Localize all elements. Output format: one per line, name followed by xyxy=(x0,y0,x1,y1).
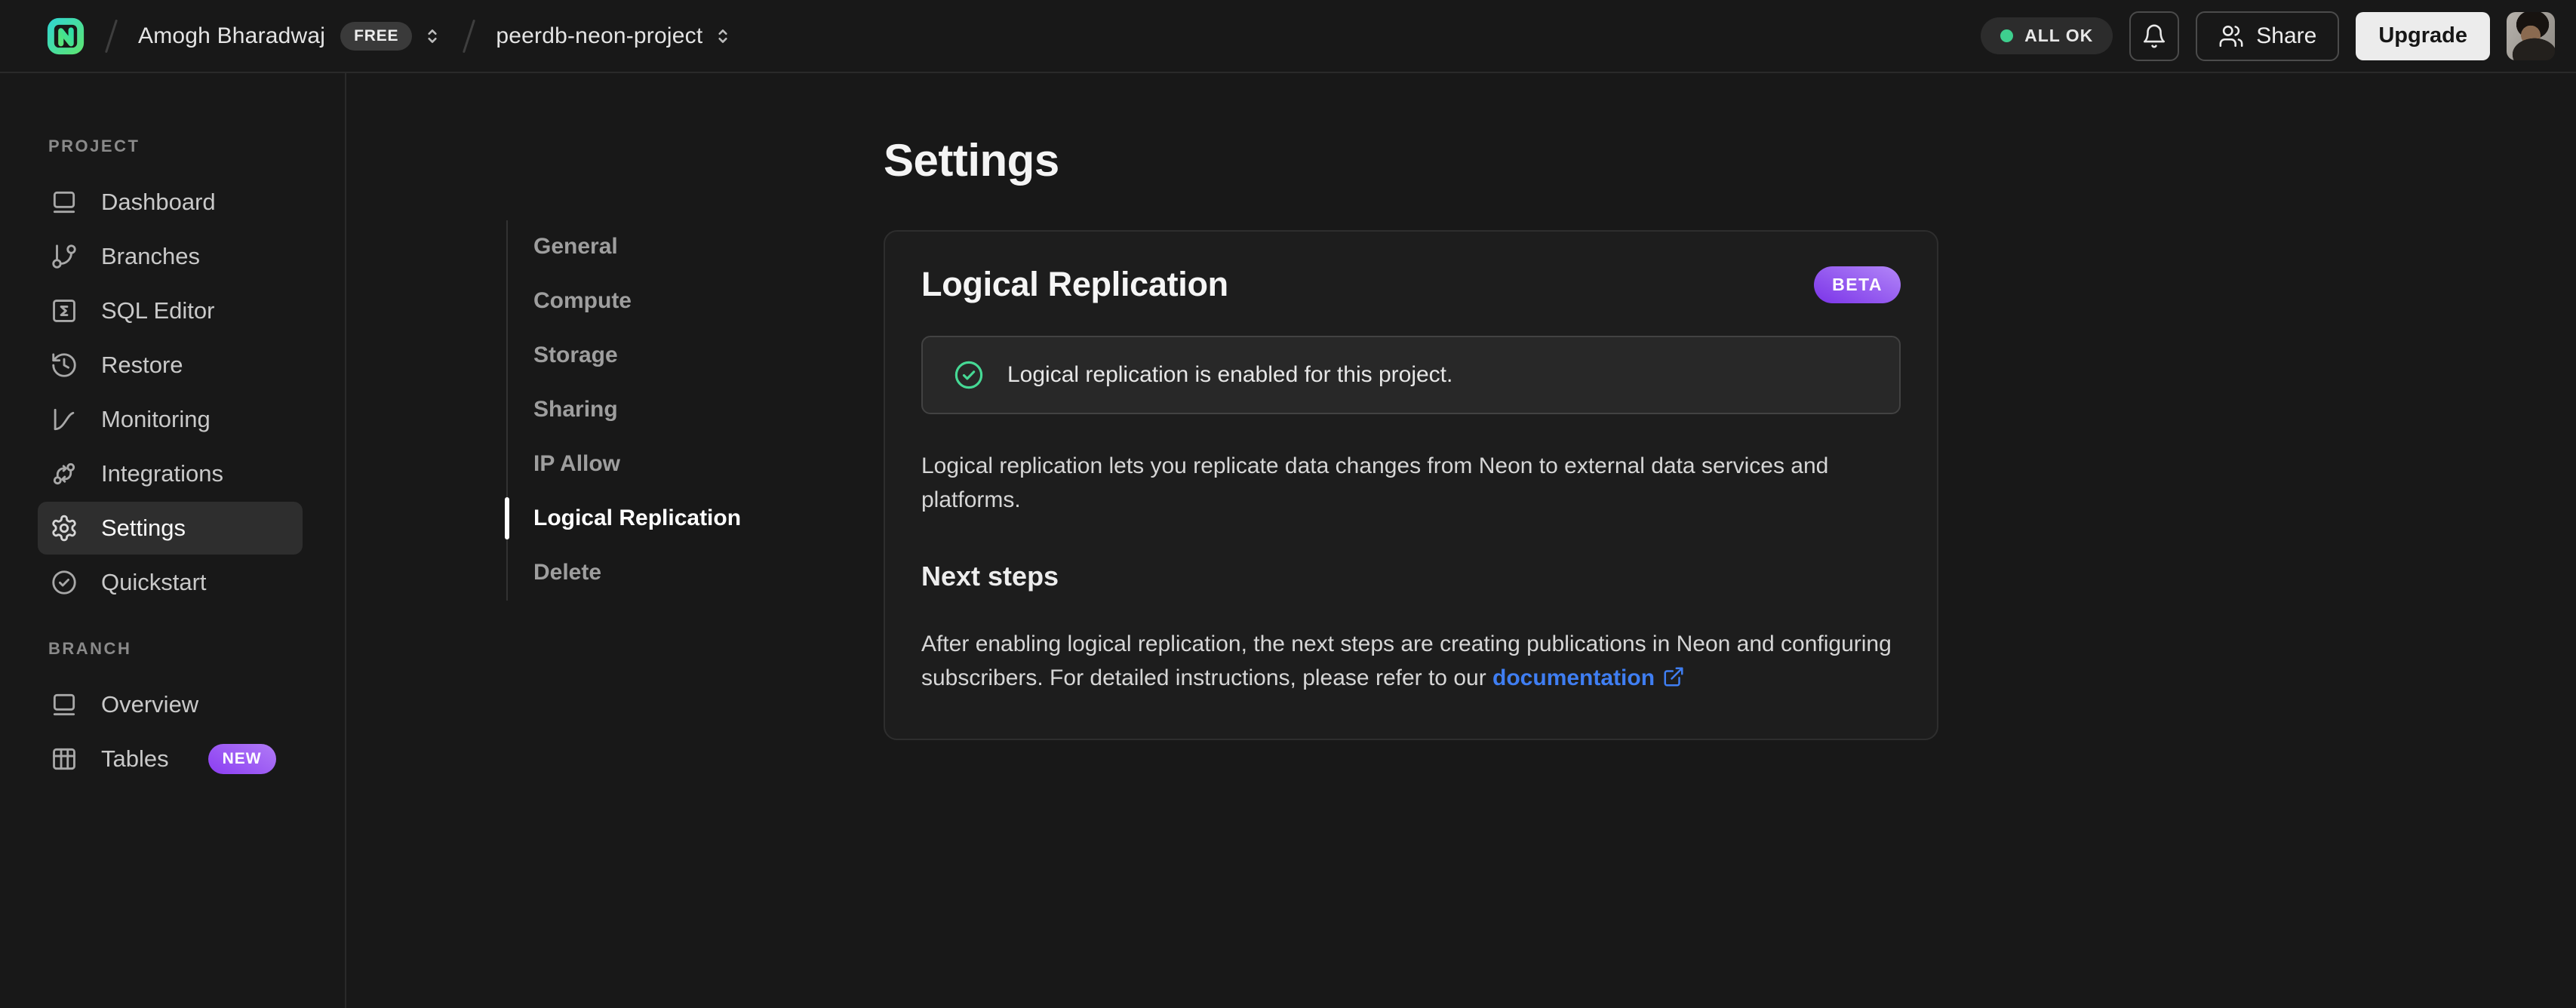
sidebar-item-label: SQL Editor xyxy=(101,297,215,324)
sidebar-item-quickstart[interactable]: Quickstart xyxy=(38,556,303,609)
tables-icon xyxy=(50,745,78,773)
subnav-item-general[interactable]: General xyxy=(508,220,776,273)
sidebar-item-label: Dashboard xyxy=(101,189,216,215)
quickstart-icon xyxy=(50,568,78,597)
check-circle-icon xyxy=(953,359,985,391)
subnav-item-ip-allow[interactable]: IP Allow xyxy=(508,438,776,490)
sidebar-item-settings[interactable]: Settings xyxy=(38,502,303,555)
subnav-item-compute[interactable]: Compute xyxy=(508,275,776,327)
org-name: Amogh Bharadwaj xyxy=(138,23,326,48)
success-banner: Logical replication is enabled for this … xyxy=(921,336,1901,414)
sidebar-item-label: Tables xyxy=(101,745,169,772)
header-actions: ALL OK Share Upgrade xyxy=(1981,11,2555,61)
users-icon xyxy=(2218,23,2244,49)
branches-icon xyxy=(50,242,78,271)
next-steps-title: Next steps xyxy=(921,561,1059,592)
breadcrumb-separator xyxy=(463,19,476,53)
share-label: Share xyxy=(2256,23,2317,48)
sidebar-item-label: Quickstart xyxy=(101,569,207,595)
sidebar: PROJECT Dashboard Branches SQL Editor Re… xyxy=(0,73,346,1008)
restore-icon xyxy=(50,351,78,380)
sidebar-item-label: Integrations xyxy=(101,460,223,487)
sidebar-item-integrations[interactable]: Integrations xyxy=(38,447,303,500)
sidebar-section-project: PROJECT xyxy=(48,137,140,155)
plan-badge: FREE xyxy=(340,21,413,51)
sidebar-item-sql-editor[interactable]: SQL Editor xyxy=(38,284,303,337)
documentation-link-label: documentation xyxy=(1492,665,1655,690)
project-name: peerdb-neon-project xyxy=(496,23,703,48)
notifications-button[interactable] xyxy=(2129,11,2180,61)
avatar[interactable] xyxy=(2507,11,2555,60)
new-badge: NEW xyxy=(207,744,276,774)
sidebar-item-label: Overview xyxy=(101,691,199,718)
documentation-link[interactable]: documentation xyxy=(1492,665,1685,690)
status-label: ALL OK xyxy=(2024,26,2094,45)
card-title: Logical Replication xyxy=(921,265,1228,303)
integrations-icon xyxy=(50,459,78,488)
overview-icon xyxy=(50,690,78,719)
top-header: Amogh Bharadwaj FREE peerdb-neon-project… xyxy=(0,0,2576,73)
settings-subnav: General Compute Storage Sharing IP Allow… xyxy=(504,220,776,601)
next-steps-text: After enabling logical replication, the … xyxy=(921,627,1899,695)
sidebar-item-label: Settings xyxy=(101,515,186,541)
beta-badge: BETA xyxy=(1814,266,1901,303)
subnav-item-sharing[interactable]: Sharing xyxy=(508,383,776,436)
share-button[interactable]: Share xyxy=(2196,11,2340,61)
sidebar-item-dashboard[interactable]: Dashboard xyxy=(38,176,303,229)
sidebar-section-branch: BRANCH xyxy=(48,639,132,658)
sidebar-item-branches[interactable]: Branches xyxy=(38,230,303,283)
monitoring-icon xyxy=(50,405,78,434)
main-content: Settings Logical Replication BETA Logica… xyxy=(884,134,1938,740)
settings-gear-icon xyxy=(50,514,78,542)
next-steps-text-before: After enabling logical replication, the … xyxy=(921,632,1892,690)
sidebar-item-monitoring[interactable]: Monitoring xyxy=(38,393,303,446)
sidebar-item-label: Branches xyxy=(101,243,200,269)
chevrons-up-down-icon[interactable] xyxy=(713,26,733,46)
sidebar-item-label: Restore xyxy=(101,352,183,378)
neon-logo-icon[interactable] xyxy=(47,17,85,55)
subnav-item-storage[interactable]: Storage xyxy=(508,329,776,382)
page-title: Settings xyxy=(884,135,1059,186)
status-ok-dot-icon xyxy=(2000,29,2014,42)
breadcrumb-separator xyxy=(104,19,118,53)
sidebar-item-restore[interactable]: Restore xyxy=(38,339,303,392)
subnav-item-logical-replication[interactable]: Logical Replication xyxy=(504,492,776,545)
breadcrumb-org[interactable]: Amogh Bharadwaj FREE xyxy=(138,21,442,51)
sql-editor-icon xyxy=(50,297,78,325)
dashboard-icon xyxy=(50,188,78,217)
success-message: Logical replication is enabled for this … xyxy=(1007,362,1453,387)
logical-replication-card: Logical Replication BETA Logical replica… xyxy=(884,230,1938,740)
subnav-item-delete[interactable]: Delete xyxy=(508,546,776,599)
status-badge[interactable]: ALL OK xyxy=(1981,17,2113,54)
upgrade-button[interactable]: Upgrade xyxy=(2356,11,2490,60)
sidebar-item-overview[interactable]: Overview xyxy=(38,678,303,731)
description-text: Logical replication lets you replicate d… xyxy=(921,453,1829,512)
chevrons-up-down-icon[interactable] xyxy=(423,26,442,46)
card-header: Logical Replication BETA xyxy=(921,265,1901,304)
sidebar-item-tables[interactable]: Tables NEW xyxy=(38,733,303,785)
sidebar-item-label: Monitoring xyxy=(101,406,211,432)
external-link-icon xyxy=(1662,665,1685,688)
bell-icon xyxy=(2141,23,2167,49)
breadcrumb-project[interactable]: peerdb-neon-project xyxy=(496,23,733,49)
